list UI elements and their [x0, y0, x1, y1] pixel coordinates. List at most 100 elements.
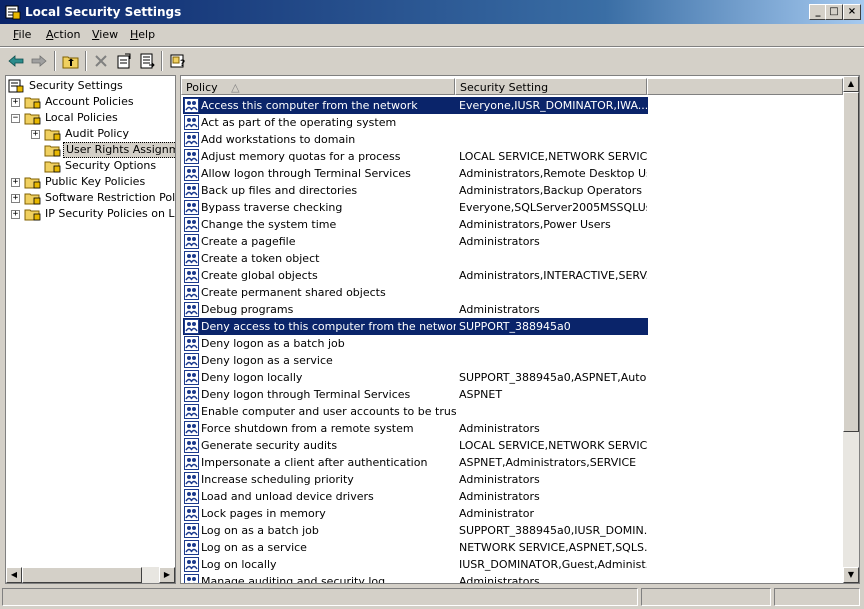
- tree-item-label: Audit Policy: [65, 127, 129, 140]
- table-row[interactable]: Manage auditing and security log Administ…: [183, 573, 648, 584]
- expand-icon[interactable]: +: [11, 98, 20, 107]
- properties-icon[interactable]: [114, 51, 134, 71]
- table-row[interactable]: Force shutdown from a remote system Admin…: [183, 420, 648, 437]
- table-row[interactable]: Log on as a service NETWORK SERVICE,ASPNE…: [183, 539, 648, 556]
- table-row[interactable]: Act as part of the operating system: [183, 114, 648, 131]
- table-row[interactable]: Deny logon as a service: [183, 352, 648, 369]
- table-row[interactable]: Deny logon through Terminal Services ASPN…: [183, 386, 648, 403]
- table-row[interactable]: Add workstations to domain: [183, 131, 648, 148]
- table-row[interactable]: Adjust memory quotas for a process LOCAL …: [183, 148, 648, 165]
- policy-icon: [184, 455, 199, 470]
- policy-icon: [184, 540, 199, 555]
- table-row[interactable]: Allow logon through Terminal Services Adm…: [183, 165, 648, 182]
- back-arrow-icon[interactable]: [6, 51, 26, 71]
- policy-name: Lock pages in memory: [201, 507, 326, 520]
- security-setting-value: ASPNET,Administrators,SERVICE: [459, 456, 637, 469]
- policy-icon: [184, 370, 199, 385]
- tree-item[interactable]: + Public Key Policies: [6, 174, 175, 190]
- folder-icon: [44, 145, 61, 157]
- folder-icon: [24, 113, 41, 125]
- table-row[interactable]: Deny logon locally SUPPORT_388945a0,ASPNE…: [183, 369, 648, 386]
- collapse-icon[interactable]: −: [11, 114, 20, 123]
- menu-file[interactable]: File: [13, 28, 31, 41]
- menu-view[interactable]: View: [92, 28, 118, 41]
- expand-icon[interactable]: +: [11, 194, 20, 203]
- table-row[interactable]: Debug programs Administrators: [183, 301, 648, 318]
- tree-item[interactable]: Security Options: [6, 158, 175, 174]
- table-row[interactable]: Increase scheduling priority Administrato…: [183, 471, 648, 488]
- toolbar-separator: [54, 51, 56, 71]
- scroll-up-button[interactable]: ▲: [843, 76, 859, 92]
- security-setting-value: Administrators: [459, 575, 540, 584]
- policy-name: Create a token object: [201, 252, 320, 265]
- policy-icon: [184, 319, 199, 334]
- column-header-policy[interactable]: Policy △: [181, 78, 455, 95]
- tree-horizontal-scrollbar[interactable]: ◀ ▶: [6, 567, 175, 583]
- list-scroll-thumb[interactable]: [843, 92, 859, 432]
- tree-item[interactable]: + Audit Policy: [6, 126, 175, 142]
- expand-icon[interactable]: +: [31, 130, 40, 139]
- menu-action[interactable]: Action: [46, 28, 80, 41]
- policy-icon: [184, 404, 199, 419]
- close-button[interactable]: ×: [843, 4, 861, 20]
- tree-item[interactable]: − Local Policies: [6, 110, 175, 126]
- tree-item-label: Public Key Policies: [45, 175, 146, 188]
- table-row[interactable]: Log on locally IUSR_DOMINATOR,Guest,Admin…: [183, 556, 648, 573]
- policy-list[interactable]: Policy △ Security Setting Access this co…: [180, 75, 860, 584]
- policy-icon: [184, 166, 199, 181]
- table-row[interactable]: Back up files and directories Administrat…: [183, 182, 648, 199]
- delete-icon[interactable]: [91, 51, 111, 71]
- table-row[interactable]: Enable computer and user accounts to be …: [183, 403, 648, 420]
- menu-help[interactable]: Help: [130, 28, 155, 41]
- tree-item-label: IP Security Policies on Local Computer: [45, 207, 175, 220]
- scroll-right-button[interactable]: ▶: [159, 567, 175, 583]
- security-setting-value: SUPPORT_388945a0: [459, 320, 571, 333]
- policy-icon: [184, 489, 199, 504]
- table-row[interactable]: Lock pages in memory Administrator: [183, 505, 648, 522]
- help-icon[interactable]: ?: [168, 51, 188, 71]
- expand-icon[interactable]: +: [11, 178, 20, 187]
- sort-ascending-icon: △: [231, 81, 240, 94]
- tree-scroll-thumb[interactable]: [22, 567, 142, 583]
- tree-item[interactable]: + IP Security Policies on Local Computer: [6, 206, 175, 222]
- policy-icon: [184, 387, 199, 402]
- table-row[interactable]: Deny logon as a batch job: [183, 335, 648, 352]
- scroll-down-button[interactable]: ▼: [843, 567, 859, 583]
- scroll-left-button[interactable]: ◀: [6, 567, 22, 583]
- policy-name: Bypass traverse checking: [201, 201, 343, 214]
- up-folder-icon[interactable]: [61, 51, 81, 71]
- tree-root[interactable]: Security Settings: [8, 78, 173, 94]
- table-row[interactable]: Change the system time Administrators,Pow…: [183, 216, 648, 233]
- export-list-icon[interactable]: [137, 51, 157, 71]
- security-setting-value: Administrators: [459, 235, 540, 248]
- table-row[interactable]: Log on as a batch job SUPPORT_388945a0,IU…: [183, 522, 648, 539]
- column-header-security-setting[interactable]: Security Setting: [455, 78, 647, 95]
- title-bar[interactable]: Local Security Settings _ □ ×: [0, 0, 864, 24]
- security-setting-value: IUSR_DOMINATOR,Guest,Administ...: [459, 558, 647, 571]
- maximize-button[interactable]: □: [825, 4, 843, 20]
- table-row[interactable]: Generate security audits LOCAL SERVICE,NE…: [183, 437, 648, 454]
- security-setting-value: Everyone,SQLServer2005MSSQLUs...: [459, 201, 647, 214]
- table-row[interactable]: Impersonate a client after authenticatio…: [183, 454, 648, 471]
- forward-arrow-icon[interactable]: [29, 51, 49, 71]
- table-row[interactable]: Create global objects Administrators,INTE…: [183, 267, 648, 284]
- table-row[interactable]: Load and unload device drivers Administra…: [183, 488, 648, 505]
- tree-item[interactable]: + Account Policies: [6, 94, 175, 110]
- policy-icon: [184, 302, 199, 317]
- console-tree[interactable]: Security Settings + Account Policies − Loca…: [5, 75, 176, 584]
- table-row[interactable]: Deny access to this computer from the ne…: [183, 318, 648, 335]
- security-setting-value: SUPPORT_388945a0,IUSR_DOMIN...: [459, 524, 647, 537]
- table-row[interactable]: Bypass traverse checking Everyone,SQLServ…: [183, 199, 648, 216]
- tree-item[interactable]: + Software Restriction Policies: [6, 190, 175, 206]
- table-row[interactable]: Create a token object: [183, 250, 648, 267]
- table-row[interactable]: Access this computer from the network Eve…: [183, 97, 648, 114]
- security-setting-value: Administrators,Backup Operators: [459, 184, 642, 197]
- table-row[interactable]: Create permanent shared objects: [183, 284, 648, 301]
- list-vertical-scrollbar[interactable]: ▲ ▼: [843, 76, 859, 583]
- tree-item[interactable]: User Rights Assignment: [6, 142, 175, 158]
- table-row[interactable]: Create a pagefile Administrators: [183, 233, 648, 250]
- policy-name: Add workstations to domain: [201, 133, 356, 146]
- expand-icon[interactable]: +: [11, 210, 20, 219]
- policy-icon: [184, 353, 199, 368]
- security-setting-value: LOCAL SERVICE,NETWORK SERVICE: [459, 439, 647, 452]
